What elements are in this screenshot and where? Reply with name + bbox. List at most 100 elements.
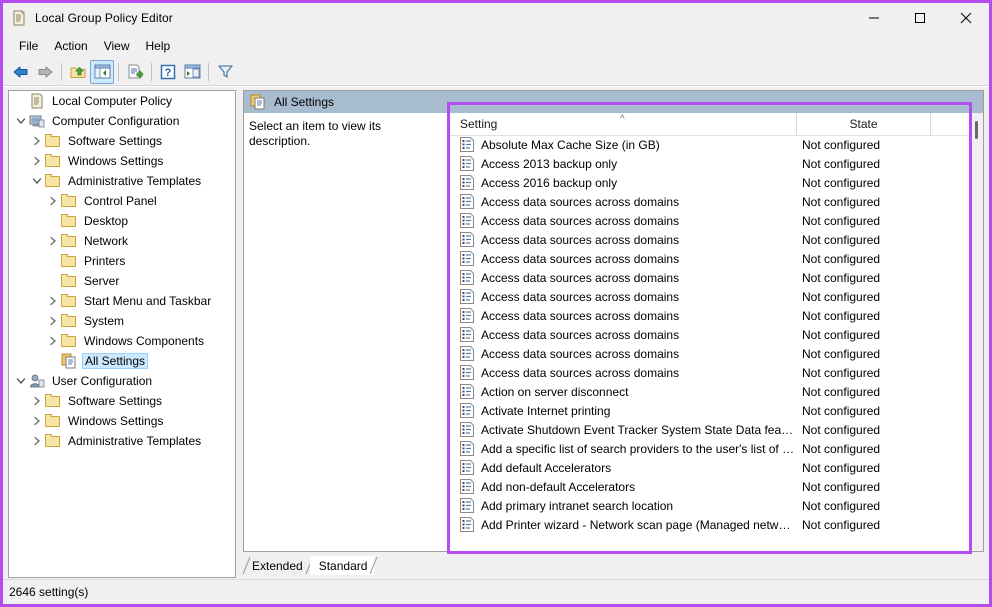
toolbar-separator <box>118 62 119 81</box>
tree-item-network[interactable]: Network <box>9 231 235 251</box>
settings-list-row[interactable]: Access 2013 backup only Not configured <box>448 154 983 173</box>
settings-list-row[interactable]: Access data sources across domains Not co… <box>448 192 983 211</box>
window-title: Local Group Policy Editor <box>35 11 173 25</box>
tab-standard[interactable]: Standard <box>309 556 378 575</box>
settings-list-row[interactable]: Action on server disconnect Not configure… <box>448 382 983 401</box>
tree-item-start-menu-and-taskbar[interactable]: Start Menu and Taskbar <box>9 291 235 311</box>
tab-extended[interactable]: Extended <box>242 556 314 575</box>
chevron-right-icon[interactable] <box>45 233 61 249</box>
settings-list-row[interactable]: Add non-default Accelerators Not configur… <box>448 477 983 496</box>
close-button[interactable] <box>943 3 989 33</box>
tree-item-computer-configuration[interactable]: Computer Configuration <box>9 111 235 131</box>
chevron-down-icon[interactable] <box>29 173 45 189</box>
menu-item-action[interactable]: Action <box>46 36 95 56</box>
chevron-right-icon[interactable] <box>29 433 45 449</box>
settings-list-pane[interactable]: Setting ^ State Absolute Max Cache Size … <box>448 113 983 551</box>
policy-document-icon <box>11 10 27 26</box>
svg-text:?: ? <box>165 67 172 79</box>
chevron-right-icon[interactable] <box>45 293 61 309</box>
setting-state: Not configured <box>802 441 881 456</box>
policy-setting-icon <box>460 213 474 228</box>
settings-list-row[interactable]: Activate Internet printing Not configured <box>448 401 983 420</box>
up-one-level-button[interactable] <box>66 60 90 84</box>
settings-list-row[interactable]: Add default Accelerators Not configured <box>448 458 983 477</box>
chevron-down-icon[interactable] <box>13 113 29 129</box>
chevron-right-icon[interactable] <box>29 413 45 429</box>
policy-setting-icon <box>460 194 474 209</box>
setting-name: Access data sources across domains <box>481 251 680 266</box>
menu-item-file[interactable]: File <box>11 36 46 56</box>
settings-list-row[interactable]: Add primary intranet search location Not … <box>448 496 983 515</box>
export-list-button[interactable] <box>123 60 147 84</box>
tree-item-windows-components[interactable]: Windows Components <box>9 331 235 351</box>
chevron-right-icon[interactable] <box>29 393 45 409</box>
console-tree-pane[interactable]: Local Computer Policy Computer Configurat… <box>8 90 236 578</box>
back-button[interactable] <box>9 60 33 84</box>
policy-setting-icon <box>460 479 474 494</box>
column-header-state[interactable]: State <box>796 113 930 135</box>
chevron-right-icon[interactable] <box>29 153 45 169</box>
settings-list-rows[interactable]: Absolute Max Cache Size (in GB) Not confi… <box>448 135 983 551</box>
tree-item-printers[interactable]: Printers <box>9 251 235 271</box>
folder-icon <box>45 393 61 409</box>
chevron-right-icon[interactable] <box>45 193 61 209</box>
chevron-right-icon[interactable] <box>45 333 61 349</box>
tree-item-administrative-templates[interactable]: Administrative Templates <box>9 431 235 451</box>
filter-icon[interactable] <box>213 60 237 84</box>
tree-item-control-panel[interactable]: Control Panel <box>9 191 235 211</box>
settings-list-scrollbar[interactable] <box>970 113 983 551</box>
setting-name: Add default Accelerators <box>481 460 612 475</box>
tree-item-windows-settings[interactable]: Windows Settings <box>9 411 235 431</box>
tree-item-local-computer-policy[interactable]: Local Computer Policy <box>9 91 235 111</box>
settings-list-row[interactable]: Access data sources across domains Not co… <box>448 211 983 230</box>
tree-item-server[interactable]: Server <box>9 271 235 291</box>
tree-item-label: Local Computer Policy <box>52 94 173 108</box>
policy-setting-icon <box>460 327 474 342</box>
forward-button[interactable] <box>33 60 57 84</box>
settings-list-row[interactable]: Access data sources across domains Not co… <box>448 344 983 363</box>
tree-item-software-settings[interactable]: Software Settings <box>9 391 235 411</box>
tree-item-all-settings[interactable]: All Settings <box>9 351 235 371</box>
settings-list-row[interactable]: Access data sources across domains Not co… <box>448 325 983 344</box>
help-button[interactable]: ? <box>156 60 180 84</box>
view-tab-strip: Extended Standard <box>242 553 984 575</box>
settings-list-row[interactable]: Activate Shutdown Event Tracker System S… <box>448 420 983 439</box>
settings-list-row[interactable]: Access data sources across domains Not co… <box>448 287 983 306</box>
chevron-down-icon[interactable] <box>13 373 29 389</box>
setting-state: Not configured <box>802 289 881 304</box>
settings-list-row[interactable]: Access data sources across domains Not co… <box>448 249 983 268</box>
settings-list-row[interactable]: Access data sources across domains Not co… <box>448 268 983 287</box>
settings-list-scroll-thumb[interactable] <box>975 121 978 139</box>
tree-item-software-settings[interactable]: Software Settings <box>9 131 235 151</box>
menu-item-help[interactable]: Help <box>138 36 179 56</box>
chevron-right-icon[interactable] <box>29 133 45 149</box>
settings-list-row[interactable]: Absolute Max Cache Size (in GB) Not confi… <box>448 135 983 154</box>
policy-setting-icon <box>460 251 474 266</box>
maximize-button[interactable] <box>897 3 943 33</box>
setting-name: Activate Internet printing <box>481 403 611 418</box>
settings-list-row[interactable]: Access data sources across domains Not co… <box>448 363 983 382</box>
properties-button[interactable] <box>180 60 204 84</box>
setting-state: Not configured <box>802 213 881 228</box>
menu-item-view[interactable]: View <box>96 36 138 56</box>
settings-list-row[interactable]: Access data sources across domains Not co… <box>448 306 983 325</box>
settings-list-row[interactable]: Add a specific list of search providers … <box>448 439 983 458</box>
tree-item-windows-settings[interactable]: Windows Settings <box>9 151 235 171</box>
setting-state: Not configured <box>802 384 881 399</box>
settings-list-row[interactable]: Access data sources across domains Not co… <box>448 230 983 249</box>
policy-setting-icon <box>460 156 474 171</box>
settings-list-row[interactable]: Add Printer wizard - Network scan page (… <box>448 515 983 534</box>
tree-item-label: Computer Configuration <box>52 114 180 128</box>
tree-item-desktop[interactable]: Desktop <box>9 211 235 231</box>
tree-item-user-configuration[interactable]: User Configuration <box>9 371 235 391</box>
minimize-button[interactable] <box>851 3 897 33</box>
tree-item-administrative-templates[interactable]: Administrative Templates <box>9 171 235 191</box>
setting-name: Access 2016 backup only <box>481 175 618 190</box>
column-header-setting[interactable]: Setting ^ <box>448 113 796 135</box>
show-hide-console-tree-button[interactable] <box>90 59 114 84</box>
results-pane-title: All Settings <box>274 95 335 109</box>
chevron-right-icon[interactable] <box>45 313 61 329</box>
tree-item-system[interactable]: System <box>9 311 235 331</box>
folder-icon <box>61 293 77 309</box>
settings-list-row[interactable]: Access 2016 backup only Not configured <box>448 173 983 192</box>
